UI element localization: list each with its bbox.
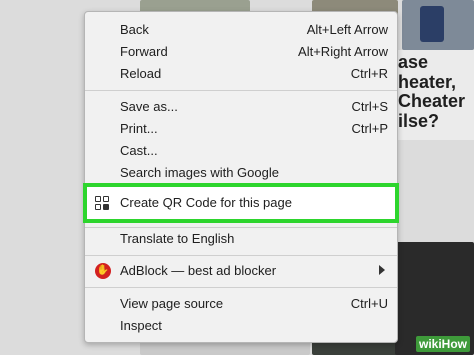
headline-line: heater, [398, 71, 457, 92]
menu-item-create-qr-code[interactable]: Create QR Code for this page [83, 183, 399, 223]
menu-item-label: Reload [120, 66, 162, 81]
menu-item-inspect[interactable]: Inspect [85, 315, 397, 337]
menu-item-label: Inspect [120, 318, 162, 333]
menu-item-label: Print... [120, 121, 158, 136]
phone-image [420, 6, 444, 42]
submenu-arrow-icon [379, 265, 385, 275]
menu-item-save-as[interactable]: Save as... Ctrl+S [85, 96, 397, 118]
menu-item-shortcut: Ctrl+P [351, 121, 388, 136]
headline-line: ilse? [398, 110, 440, 131]
menu-item-print[interactable]: Print... Ctrl+P [85, 118, 397, 140]
menu-item-translate[interactable]: Translate to English [85, 228, 397, 250]
context-menu: Back Alt+Left Arrow Forward Alt+Right Ar… [83, 11, 399, 343]
qr-code-icon [95, 196, 109, 210]
menu-item-label: AdBlock — best ad blocker [120, 263, 277, 278]
menu-item-reload[interactable]: Reload Ctrl+R [85, 63, 397, 85]
menu-item-shortcut: Alt+Right Arrow [298, 44, 388, 59]
headline-line: Cheater [398, 91, 466, 111]
article-headline[interactable]: ase heater, Cheater ilse? [398, 52, 472, 131]
menu-item-adblock[interactable]: ✋ AdBlock — best ad blocker [85, 260, 397, 282]
menu-separator [85, 255, 397, 256]
menu-item-shortcut: Ctrl+R [350, 66, 388, 81]
menu-separator [85, 287, 397, 288]
menu-item-shortcut: Alt+Left Arrow [306, 22, 388, 37]
menu-item-label: Back [120, 22, 149, 37]
menu-item-label: Translate to English [120, 231, 235, 246]
wikihow-watermark: wikiHow [415, 336, 470, 352]
menu-item-back[interactable]: Back Alt+Left Arrow [85, 19, 397, 41]
menu-item-forward[interactable]: Forward Alt+Right Arrow [85, 41, 397, 63]
menu-item-shortcut: Ctrl+S [351, 99, 388, 114]
adblock-icon: ✋ [95, 263, 111, 279]
menu-item-label: Forward [120, 44, 168, 59]
menu-item-view-source[interactable]: View page source Ctrl+U [85, 293, 397, 315]
menu-item-label: Create QR Code for this page [120, 195, 292, 210]
menu-item-label: View page source [120, 296, 224, 311]
menu-item-label: Save as... [120, 99, 178, 114]
menu-item-label: Cast... [120, 143, 158, 158]
menu-item-search-images[interactable]: Search images with Google [85, 162, 397, 184]
menu-separator [85, 90, 397, 91]
headline-line: ase [398, 52, 429, 72]
menu-item-shortcut: Ctrl+U [350, 296, 388, 311]
menu-item-cast[interactable]: Cast... [85, 140, 397, 162]
menu-item-label: Search images with Google [120, 165, 279, 180]
